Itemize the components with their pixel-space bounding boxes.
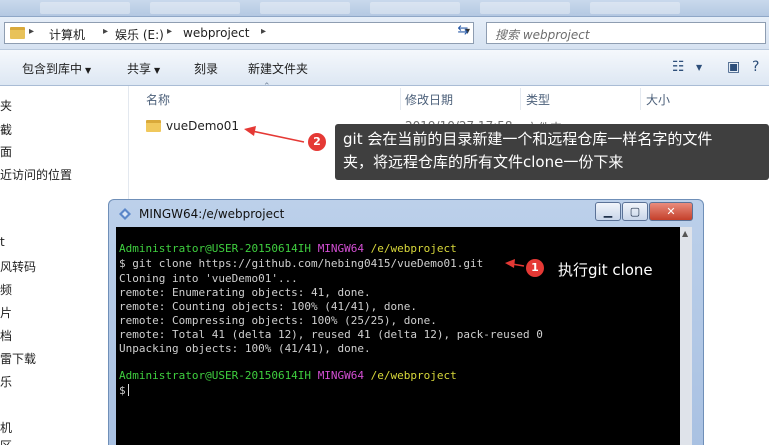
scroll-up-icon[interactable]: ▲ <box>682 229 688 238</box>
prompt-env: MINGW64 <box>317 242 365 255</box>
minimize-icon[interactable]: ▁ <box>595 202 621 221</box>
nav-item[interactable]: 面 <box>0 143 12 160</box>
command-bar: 包含到库中 ▼ 共享 ▼ 刻录 新建文件夹 ☷ ▼ ▣ ? <box>0 50 769 86</box>
output-line: remote: Compressing objects: 100% (25/25… <box>119 314 437 327</box>
address-bar[interactable]: ▸ 计算机 ▸ 娱乐 (E:) ▸ webproject ▸ ▾ <box>4 22 474 44</box>
annotation-badge: 2 <box>308 133 326 151</box>
taskbar-thumb[interactable] <box>480 2 570 14</box>
mingw-logo-icon <box>119 208 131 220</box>
command-line: $ git clone https://github.com/hebing041… <box>119 257 484 270</box>
mingw-terminal-window[interactable]: MINGW64:/e/webproject ▁ ▢ ✕ ▲ Administra… <box>108 199 704 445</box>
chevron-down-icon: ▼ <box>154 66 161 75</box>
output-line: Cloning into 'vueDemo01'... <box>119 272 298 285</box>
search-placeholder: 搜索 webproject <box>495 28 590 42</box>
new-folder-button[interactable]: 新建文件夹 <box>248 60 308 77</box>
chevron-right-icon[interactable]: ▸ <box>29 26 34 37</box>
taskbar-thumb[interactable] <box>40 2 130 14</box>
prompt-symbol: $ <box>119 384 126 397</box>
text-cursor <box>127 384 129 396</box>
preview-pane-icon[interactable]: ▣ <box>727 59 740 75</box>
annotation-badge: 1 <box>526 259 544 277</box>
share-button[interactable]: 共享 ▼ <box>127 60 160 77</box>
breadcrumb-computer[interactable]: 计算机 <box>49 26 85 43</box>
nav-item[interactable]: 雷下载 <box>0 350 36 367</box>
nav-item[interactable]: t <box>0 235 5 249</box>
prompt-path: /e/webproject <box>370 369 457 382</box>
prompt-line: Administrator@USER-20150614IH MINGW64 /e… <box>119 242 457 255</box>
column-divider[interactable] <box>400 88 401 110</box>
taskbar-thumb[interactable] <box>260 2 350 14</box>
taskbar-thumb[interactable] <box>150 2 240 14</box>
nav-item[interactable]: 片 <box>0 304 12 321</box>
chevron-right-icon[interactable]: ▸ <box>261 26 266 37</box>
breadcrumb-drive[interactable]: 娱乐 (E:) <box>115 26 164 43</box>
prompt-path: /e/webproject <box>370 242 457 255</box>
annotation-label: 执行git clone <box>558 261 653 279</box>
column-divider[interactable] <box>640 88 641 110</box>
column-header-size[interactable]: 大小 <box>646 91 670 113</box>
sort-indicator-icon: ⌃ <box>263 82 271 92</box>
annotation-callout: git 会在当前的目录新建一个和远程仓库一样名字的文件 夹，将远程仓库的所有文件… <box>335 124 769 180</box>
window-title: MINGW64:/e/webproject <box>139 207 285 221</box>
nav-item[interactable]: 近访问的位置 <box>0 166 72 183</box>
close-icon[interactable]: ✕ <box>649 202 693 221</box>
input-line[interactable]: $ <box>119 384 129 397</box>
taskbar-strip <box>0 0 769 17</box>
chevron-down-icon[interactable]: ▼ <box>696 63 702 72</box>
folder-icon <box>146 120 161 132</box>
chevron-right-icon[interactable]: ▸ <box>103 26 108 37</box>
folder-icon <box>10 27 25 39</box>
column-header-date[interactable]: 修改日期 <box>405 91 453 113</box>
output-line: remote: Enumerating objects: 41, done. <box>119 286 371 299</box>
address-row: ▸ 计算机 ▸ 娱乐 (E:) ▸ webproject ▸ ▾ ⇆ 搜索 we… <box>0 17 769 50</box>
maximize-icon[interactable]: ▢ <box>622 202 648 221</box>
refresh-icon[interactable]: ⇆ <box>452 21 474 43</box>
nav-item[interactable]: 夹 <box>0 97 12 114</box>
burn-button[interactable]: 刻录 <box>194 60 218 77</box>
share-label: 共享 <box>127 62 152 76</box>
column-header-type[interactable]: 类型 <box>526 91 550 113</box>
chevron-down-icon: ▼ <box>85 66 92 75</box>
prompt-line: Administrator@USER-20150614IH MINGW64 /e… <box>119 369 457 382</box>
nav-item[interactable]: 区 <box>0 437 12 445</box>
output-line: remote: Total 41 (delta 12), reused 41 (… <box>119 328 543 341</box>
chevron-right-icon[interactable]: ▸ <box>167 26 172 37</box>
taskbar-thumb[interactable] <box>370 2 460 14</box>
annotation-text-line1: git 会在当前的目录新建一个和远程仓库一样名字的文件 <box>343 130 713 148</box>
breadcrumb-webproject[interactable]: webproject <box>183 26 249 40</box>
nav-item[interactable]: 频 <box>0 281 12 298</box>
nav-item[interactable]: 截 <box>0 121 12 138</box>
nav-item[interactable]: 机 <box>0 419 12 436</box>
taskbar-thumb[interactable] <box>590 2 680 14</box>
annotation-text-line2: 夹，将远程仓库的所有文件clone一份下来 <box>343 153 624 171</box>
scrollbar[interactable]: ▲ <box>680 227 692 445</box>
help-icon[interactable]: ? <box>752 59 759 75</box>
prompt-user-host: Administrator@USER-20150614IH <box>119 369 312 382</box>
file-name: vueDemo01 <box>166 119 240 133</box>
include-in-library-label: 包含到库中 <box>22 62 83 76</box>
output-line: remote: Counting objects: 100% (41/41), … <box>119 300 418 313</box>
view-icon[interactable]: ☷ <box>672 59 685 75</box>
prompt-env: MINGW64 <box>317 369 365 382</box>
include-in-library-button[interactable]: 包含到库中 ▼ <box>22 60 91 77</box>
column-divider[interactable] <box>520 88 521 110</box>
prompt-user-host: Administrator@USER-20150614IH <box>119 242 312 255</box>
search-input[interactable]: 搜索 webproject <box>486 22 766 44</box>
nav-item[interactable]: 乐 <box>0 373 12 390</box>
nav-item[interactable]: 档 <box>0 327 12 344</box>
nav-item[interactable]: 风转码 <box>0 258 36 275</box>
output-line: Unpacking objects: 100% (41/41), done. <box>119 342 371 355</box>
column-header-name[interactable]: 名称 <box>146 91 170 113</box>
